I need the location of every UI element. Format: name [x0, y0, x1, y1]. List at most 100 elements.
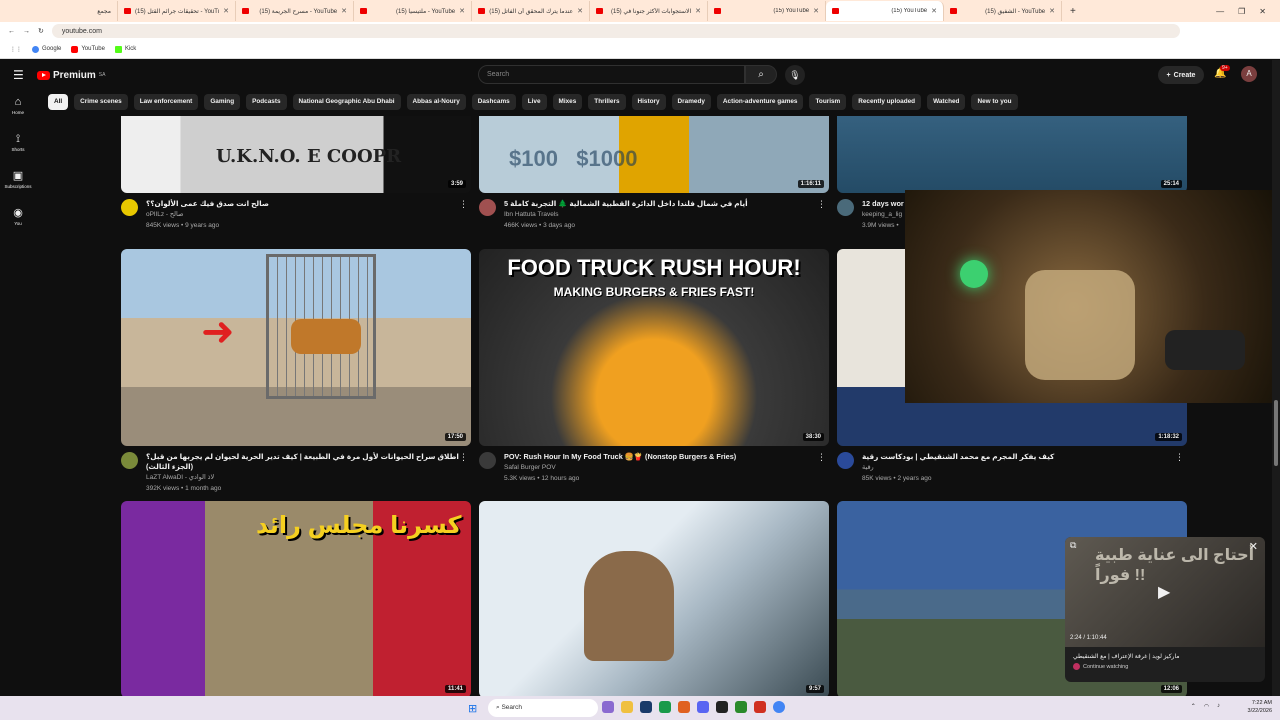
expand-icon[interactable]: ⧉ — [1070, 540, 1076, 551]
account-avatar[interactable]: A — [1241, 66, 1257, 82]
play-icon[interactable]: ▶ — [1158, 582, 1170, 602]
address-bar[interactable]: youtube.com — [51, 24, 1180, 38]
video-title[interactable]: صالح انت صدق فيك عمى الألوان؟؟ — [146, 199, 269, 209]
terminal-icon[interactable] — [716, 701, 728, 713]
create-button[interactable]: + Create — [1158, 66, 1204, 84]
browser-tab[interactable]: (15) مسرح الجريمة - YouTube ✕ — [236, 1, 354, 21]
channel-avatar[interactable] — [121, 452, 138, 469]
browser-tab[interactable]: (15) عندما يترك المحقق أن الفاتل ✕ — [472, 1, 590, 21]
video-title[interactable]: 12 days wor — [862, 199, 904, 209]
chip-recently-uploaded[interactable]: Recently uploaded — [852, 94, 922, 110]
chip-tourism[interactable]: Tourism — [809, 94, 847, 110]
start-menu-icon[interactable]: ⊞ — [468, 702, 477, 715]
bookmark-google[interactable]: Google — [32, 45, 61, 53]
video-card[interactable]: U.K.N.O. E COOPR 3:59 صالح انت صدق فيك ع… — [121, 116, 471, 231]
chevron-up-icon[interactable]: ⌃ — [1191, 703, 1196, 710]
channel-name[interactable]: Ibn Hattuta Travels — [504, 209, 748, 220]
more-options-icon[interactable]: ⋮ — [817, 452, 826, 463]
xbox-icon[interactable] — [659, 701, 671, 713]
video-title[interactable]: POV: Rush Hour In My Food Truck 🍔🍟 (Nons… — [504, 452, 736, 462]
miniplayer-title[interactable]: ماركيز لويد | غرفة الإعتراف | مع الشنقيط… — [1065, 647, 1265, 663]
wifi-icon[interactable]: ◠ — [1204, 703, 1209, 710]
chip-podcasts[interactable]: Podcasts — [246, 94, 287, 110]
channel-name[interactable]: رقية — [862, 462, 1054, 473]
close-window-icon[interactable]: ✕ — [1259, 7, 1266, 16]
miniplayer[interactable]: ⧉ ✕ أحتاج الى عناية طبية فوراً !! ▶ 2:24… — [1065, 537, 1265, 682]
video-thumbnail[interactable]: كسرنا مجلس رائد 11:41 — [121, 501, 471, 696]
chrome-icon[interactable] — [773, 701, 785, 713]
close-tab-icon[interactable]: ✕ — [695, 7, 701, 15]
menu-icon[interactable]: ☰ — [13, 68, 25, 82]
more-options-icon[interactable]: ⋮ — [459, 452, 468, 463]
chip-thrillers[interactable]: Thrillers — [588, 94, 626, 110]
app-icon[interactable] — [754, 701, 766, 713]
chip-watched[interactable]: Watched — [927, 94, 966, 110]
kick-icon[interactable] — [735, 701, 747, 713]
browser-tab[interactable]: (15) ملتيسيا - YouTube ✕ — [354, 1, 472, 21]
video-card[interactable]: FOOD TRUCK RUSH HOUR! MAKING BURGERS & F… — [479, 249, 829, 484]
taskbar-search[interactable]: ⌕ Search — [488, 699, 598, 717]
bookmark-youtube[interactable]: YouTube — [71, 45, 105, 53]
video-card[interactable]: كسرنا مجلس رائد 11:41 — [121, 501, 471, 696]
video-thumbnail[interactable]: FOOD TRUCK RUSH HOUR! MAKING BURGERS & F… — [479, 249, 829, 446]
voice-search-button[interactable]: 🎙 — [785, 65, 805, 85]
channel-name[interactable]: Safal Burger POV — [504, 462, 736, 473]
notifications-button[interactable]: 🔔 9+ — [1214, 65, 1230, 79]
chip-dramedy[interactable]: Dramedy — [671, 94, 711, 110]
volume-icon[interactable]: ♪ — [1217, 703, 1220, 710]
minimize-icon[interactable]: — — [1216, 7, 1224, 16]
chip-abbas-al-noury[interactable]: Abbas al-Noury — [406, 94, 466, 110]
more-options-icon[interactable]: ⋮ — [817, 199, 826, 210]
browser-tab[interactable]: (15) تحقيقات جرائم القتل - YouTube✕ — [118, 1, 236, 21]
video-title[interactable]: اطلاق سراح الحيوانات لأول مرة في الطبيعة… — [146, 452, 471, 472]
continue-watching[interactable]: Continue watching — [1065, 663, 1265, 670]
search-button[interactable]: ⌕ — [745, 65, 777, 84]
channel-name[interactable]: LaZT AlwaDI - لاذ الوادي — [146, 472, 471, 483]
chip-history[interactable]: History — [631, 94, 666, 110]
apps-grid-icon[interactable]: ⋮⋮ — [10, 46, 22, 53]
close-tab-icon[interactable]: ✕ — [1049, 7, 1055, 15]
youtube-premium-logo[interactable]: Premium SA — [37, 70, 105, 81]
chip-new-to-you[interactable]: New to you — [971, 94, 1018, 110]
chip-live[interactable]: Live — [521, 94, 547, 110]
chip-natgeo-abu-dhabi[interactable]: National Geographic Abu Dhabi — [292, 94, 401, 110]
channel-avatar[interactable] — [479, 199, 496, 216]
firefox-icon[interactable] — [678, 701, 690, 713]
back-icon[interactable]: ← — [8, 28, 15, 35]
video-card[interactable]: $100 $1000 1:16:11 5 أيام في شمال فلندا … — [479, 116, 829, 231]
forward-icon[interactable]: → — [23, 28, 30, 35]
browser-tab[interactable]: (15) YouTube ✕ — [708, 1, 826, 21]
browser-tab-active[interactable]: (15) YouTube ✕ — [826, 1, 944, 21]
browser-tab[interactable]: (15) الشفيق - YouTube ✕ — [944, 1, 1062, 21]
reload-icon[interactable]: ↻ — [38, 27, 44, 35]
close-tab-icon[interactable]: ✕ — [459, 7, 465, 15]
channel-name[interactable]: oPlILz - صالح — [146, 209, 269, 220]
close-tab-icon[interactable]: ✕ — [813, 7, 819, 15]
browser-tab[interactable]: مجمع — [0, 1, 118, 21]
video-title[interactable]: 5 أيام في شمال فلندا داخل الدائرة القطبي… — [504, 199, 748, 209]
video-thumbnail[interactable]: 25:14 — [837, 116, 1187, 193]
discord-icon[interactable] — [697, 701, 709, 713]
close-tab-icon[interactable]: ✕ — [341, 7, 347, 15]
search-input[interactable]: Search — [478, 65, 745, 84]
channel-avatar[interactable] — [837, 199, 854, 216]
video-thumbnail[interactable]: U.K.N.O. E COOPR 3:59 — [121, 116, 471, 193]
steam-icon[interactable] — [640, 701, 652, 713]
close-tab-icon[interactable]: ✕ — [931, 7, 937, 15]
channel-avatar[interactable] — [479, 452, 496, 469]
close-tab-icon[interactable]: ✕ — [577, 7, 583, 15]
clock[interactable]: 7:22 AM 3/22/2026 — [1248, 699, 1272, 715]
browser-tab[interactable]: (15) الاستجوابات الأكثر جنونا في ✕ — [590, 1, 708, 21]
video-thumbnail[interactable]: ➜ 17:50 — [121, 249, 471, 446]
maximize-icon[interactable]: ❐ — [1238, 7, 1245, 16]
video-card[interactable]: ➜ 17:50 اطلاق سراح الحيوانات لأول مرة في… — [121, 249, 471, 494]
chip-gaming[interactable]: Gaming — [204, 94, 241, 110]
chip-action-adventure[interactable]: Action-adventure games — [716, 94, 804, 110]
bookmark-kick[interactable]: Kick — [114, 45, 136, 53]
chip-dashcams[interactable]: Dashcams — [471, 94, 516, 110]
channel-avatar[interactable] — [837, 452, 854, 469]
copilot-icon[interactable] — [602, 701, 614, 713]
video-card[interactable]: 9:57 — [479, 501, 829, 696]
miniplayer-video[interactable]: ⧉ ✕ أحتاج الى عناية طبية فوراً !! ▶ 2:24… — [1065, 537, 1265, 647]
video-title[interactable]: كيف يفكر المجرم مع محمد الشنقيطي | بودكا… — [862, 452, 1054, 462]
